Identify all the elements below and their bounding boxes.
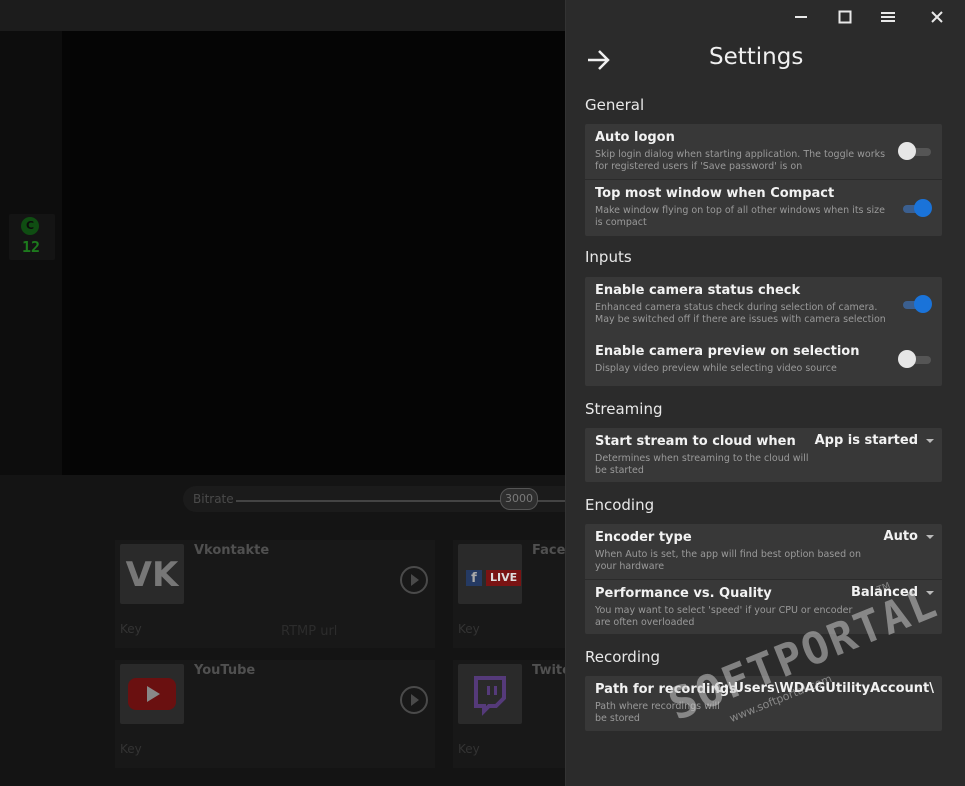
camera-check-row: Enable camera status check Enhanced came…: [585, 277, 942, 337]
bitrate-slider-thumb[interactable]: 3000: [500, 488, 538, 510]
service-card-vkontakte: VK Vkontakte RTMP url Key: [115, 540, 435, 648]
camera-preview-desc: Display video preview while selecting vi…: [595, 363, 837, 374]
start-stream-desc: Determines when streaming to the cloud w…: [595, 453, 809, 476]
auto-logon-desc: Skip login dialog when starting applicat…: [595, 149, 886, 172]
facebook-icon: f: [466, 570, 482, 586]
close-icon: [931, 11, 943, 23]
general-card: Auto logon Skip login dialog when starti…: [585, 124, 942, 236]
start-stream-row: Start stream to cloud when Determines wh…: [585, 428, 942, 482]
key-label: Key: [458, 742, 480, 756]
top-most-title: Top most window when Compact: [595, 186, 835, 201]
chevron-down-icon: [926, 438, 934, 443]
back-arrow-icon[interactable]: [586, 48, 612, 72]
rtmp-url-label: RTMP url: [281, 624, 338, 639]
facebook-live-logo-icon: f LIVE: [458, 544, 522, 604]
minimize-icon: [795, 16, 807, 18]
menu-icon: [881, 12, 895, 22]
start-stream-dropdown[interactable]: App is started: [815, 433, 934, 448]
top-most-row: Top most window when Compact Make window…: [585, 180, 942, 236]
svg-text:VK: VK: [126, 555, 180, 595]
encoder-type-title: Encoder type: [595, 530, 692, 545]
service-card-facebook: f LIVE Faceb Key: [453, 540, 575, 648]
top-most-toggle[interactable]: [900, 199, 932, 217]
page-title: Settings: [709, 44, 804, 70]
vk-logo-icon: VK: [120, 544, 184, 604]
minimize-button[interactable]: [790, 6, 812, 28]
auto-logon-toggle[interactable]: [898, 142, 932, 160]
close-button[interactable]: [926, 6, 948, 28]
perf-quality-title: Performance vs. Quality: [595, 586, 772, 601]
streaming-card: Start stream to cloud when Determines wh…: [585, 428, 942, 482]
section-inputs-title: Inputs: [585, 248, 632, 266]
camera-badge[interactable]: C 12: [9, 214, 55, 260]
service-name: Vkontakte: [194, 543, 270, 558]
twitch-logo-icon: [458, 664, 522, 724]
play-icon[interactable]: [400, 686, 428, 714]
menu-button[interactable]: [877, 6, 899, 28]
camera-preview-row: Enable camera preview on selection Displ…: [585, 338, 942, 386]
inputs-card: Enable camera status check Enhanced came…: [585, 277, 942, 386]
start-stream-value: App is started: [814, 433, 918, 448]
bitrate-label: Bitrate: [193, 492, 234, 506]
camera-check-toggle[interactable]: [900, 295, 932, 313]
camera-check-title: Enable camera status check: [595, 283, 801, 298]
camera-count: 12: [21, 238, 41, 256]
service-card-twitch: Twitc Key: [453, 660, 570, 768]
camera-strip: C 12: [0, 31, 62, 475]
maximize-icon: [838, 10, 852, 24]
youtube-logo-icon: [120, 664, 184, 724]
section-encoding-title: Encoding: [585, 496, 655, 514]
camera-icon: C: [21, 217, 39, 235]
key-label: Key: [458, 622, 480, 636]
camera-preview-title: Enable camera preview on selection: [595, 344, 860, 359]
play-icon[interactable]: [400, 566, 428, 594]
section-general-title: General: [585, 96, 645, 114]
camera-preview-toggle[interactable]: [898, 350, 932, 368]
maximize-button[interactable]: [834, 6, 856, 28]
bitrate-control: Bitrate 3000: [183, 486, 583, 512]
auto-logon-title: Auto logon: [595, 130, 675, 145]
service-name: YouTube: [194, 663, 256, 678]
section-streaming-title: Streaming: [585, 400, 663, 418]
encoder-type-dropdown[interactable]: Auto: [884, 529, 934, 544]
auto-logon-row: Auto logon Skip login dialog when starti…: [585, 124, 942, 179]
live-badge: LIVE: [486, 570, 522, 586]
chevron-down-icon: [926, 534, 934, 539]
top-most-desc: Make window flying on top of all other w…: [595, 205, 885, 228]
key-label: Key: [120, 622, 142, 636]
service-card-youtube: YouTube Key: [115, 660, 435, 768]
video-preview: [62, 31, 565, 475]
start-stream-title: Start stream to cloud when: [595, 434, 796, 449]
key-label: Key: [120, 742, 142, 756]
camera-check-desc: Enhanced camera status check during sele…: [595, 302, 886, 325]
encoder-type-value: Auto: [883, 529, 918, 544]
